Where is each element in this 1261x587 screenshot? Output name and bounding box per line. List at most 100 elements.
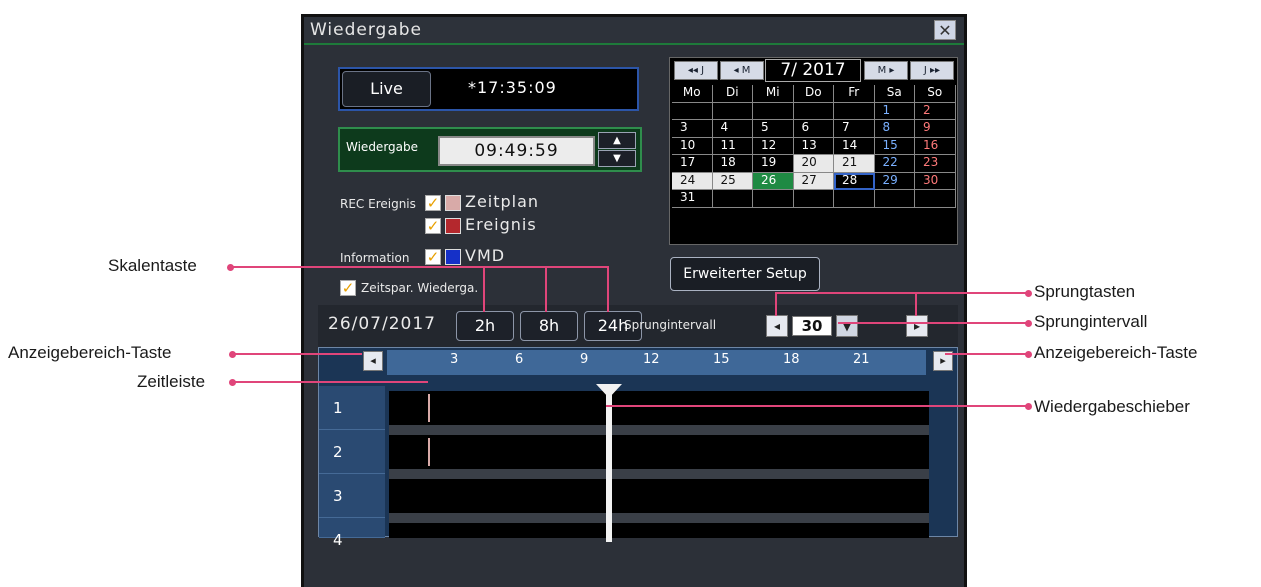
playback-label[interactable]: Wiedergabe [346,140,418,154]
leader-dot [229,351,236,358]
leader-line [230,266,607,268]
annotation-sprungtasten: Sprungtasten [1034,282,1136,301]
calendar-day[interactable]: 7 [834,120,875,138]
time-up-button[interactable]: ▲ [598,132,636,149]
calendar-weekday: So [915,85,956,103]
calendar-weekday: Di [712,85,753,103]
calendar-day[interactable]: 14 [834,137,875,155]
live-button[interactable]: Live [342,71,431,107]
calendar-empty-cell [712,102,753,120]
schedule-color-swatch [445,195,461,211]
next-year-button[interactable]: J ▸▸ [910,61,954,80]
axis-tick: 9 [580,352,589,367]
calendar-empty-cell [915,190,956,208]
time-down-button[interactable]: ▼ [598,150,636,167]
calendar-day[interactable]: 31 [672,190,713,208]
timesave-checkbox[interactable]: ✓ [340,280,356,296]
leader-line [775,292,1028,294]
calendar-empty-cell [834,190,875,208]
calendar-empty-cell [753,102,794,120]
calendar-day[interactable]: 3 [672,120,713,138]
advanced-setup-button[interactable]: Erweiterter Setup [670,257,820,291]
information-label: Information [340,251,410,265]
calendar-day[interactable]: 22 [874,155,915,173]
playback-time-field[interactable]: 09:49:59 [438,136,595,166]
jump-interval-value[interactable]: 30 [792,316,832,336]
calendar-day[interactable]: 18 [712,155,753,173]
playback-slider-thumb[interactable] [596,384,622,398]
calendar-day[interactable]: 1 [874,102,915,120]
camera-track[interactable] [389,479,929,513]
calendar-day[interactable]: 12 [753,137,794,155]
leader-line [838,322,1028,324]
jump-back-button[interactable]: ◂ [766,315,788,337]
calendar-day[interactable]: 26 [753,172,794,190]
calendar-day[interactable]: 24 [672,172,713,190]
scale-8h-button[interactable]: 8h [520,311,578,341]
calendar-day[interactable]: 11 [712,137,753,155]
schedule-label: Zeitplan [465,192,540,211]
calendar-day[interactable]: 16 [915,137,956,155]
calendar-day[interactable]: 30 [915,172,956,190]
playback-slider[interactable] [606,392,612,542]
event-label: Ereignis [465,215,537,234]
track-separator [389,513,929,523]
vmd-checkbox[interactable]: ✓ [425,249,441,265]
schedule-checkbox[interactable]: ✓ [425,195,441,211]
calendar-empty-cell [834,102,875,120]
calendar-empty-cell [672,102,713,120]
camera-track[interactable] [389,391,929,425]
leader-line [483,266,485,312]
calendar-day[interactable]: 23 [915,155,956,173]
calendar-day[interactable]: 17 [672,155,713,173]
window-title: Wiedergabe [310,20,423,40]
leader-line [945,353,1028,355]
calendar-day[interactable]: 6 [793,120,834,138]
camera-row-label: 2 [319,430,385,474]
close-icon[interactable]: ✕ [934,20,956,40]
calendar-day[interactable]: 10 [672,137,713,155]
calendar-day[interactable]: 29 [874,172,915,190]
annotation-zeitleiste: Zeitleiste [137,372,206,391]
jump-interval-dropdown[interactable]: ▼ [836,315,858,337]
prev-year-button[interactable]: ◂◂ J [674,61,718,80]
range-left-button[interactable]: ◂ [363,351,383,371]
next-month-button[interactable]: M ▸ [864,61,908,80]
calendar-day[interactable]: 4 [712,120,753,138]
calendar-grid: Mo Di Mi Do Fr Sa So 1 2 3 4 5 6 7 8 9 10 11 12 13 14 15 16 17 1… [672,85,956,208]
axis-tick: 3 [450,352,459,367]
annotation-skalentaste: Skalentaste [108,256,197,275]
calendar-day[interactable]: 13 [793,137,834,155]
prev-month-button[interactable]: ◂ M [720,61,764,80]
leader-line [606,405,1028,407]
annotation-sprungintervall: Sprungintervall [1034,312,1148,331]
camera-track[interactable] [389,435,929,469]
leader-line [232,353,362,355]
calendar-day[interactable]: 9 [915,120,956,138]
calendar-day[interactable]: 5 [753,120,794,138]
scale-2h-button[interactable]: 2h [456,311,514,341]
calendar-day[interactable]: 20 [793,155,834,173]
calendar-day[interactable]: 27 [793,172,834,190]
leader-line [232,381,428,383]
calendar-weekday: Sa [874,85,915,103]
track-separator [389,469,929,479]
leader-dot [1025,351,1032,358]
calendar-day[interactable]: 15 [874,137,915,155]
jump-forward-button[interactable]: ▸ [906,315,928,337]
calendar-day[interactable]: 28 [834,172,875,190]
calendar-empty-cell [793,102,834,120]
calendar-empty-cell [874,190,915,208]
calendar-day[interactable]: 8 [874,120,915,138]
jump-interval-label: Sprungintervall [624,318,717,332]
calendar-day[interactable]: 21 [834,155,875,173]
event-color-swatch [445,218,461,234]
event-checkbox[interactable]: ✓ [425,218,441,234]
calendar-day[interactable]: 2 [915,102,956,120]
camera-track[interactable] [389,523,929,538]
calendar-day[interactable]: 25 [712,172,753,190]
timesave-label: Zeitspar. Wiederga. [361,281,479,295]
calendar-day[interactable]: 19 [753,155,794,173]
leader-line [607,266,609,312]
annotation-anzeigebereich-right: Anzeigebereich-Taste [1034,343,1198,362]
